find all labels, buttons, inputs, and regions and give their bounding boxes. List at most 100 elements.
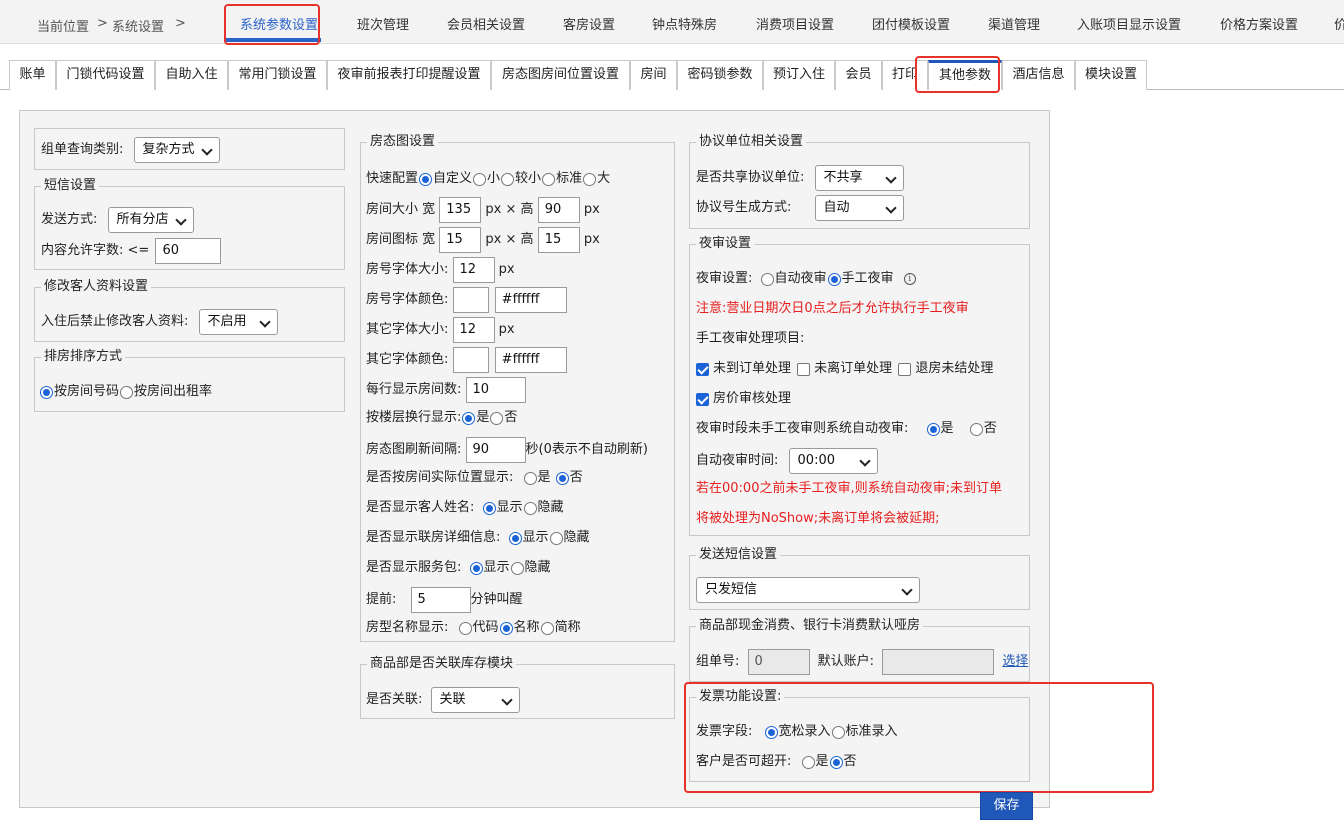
guest-name-show: 显示 [496,500,523,515]
breadcrumb-separator: > [97,16,108,31]
room-sort-radio-occupancy[interactable] [120,385,134,399]
choose-link[interactable]: 选择 [1002,651,1028,673]
px-unit: px [498,322,515,337]
quick-opt-custom: 自定义 [433,171,473,186]
breadcrumb-label: 当前位置 [37,20,90,35]
service-pkg-radio-show[interactable] [469,561,483,575]
tab-price-plan[interactable]: 价格方案设置 [1220,14,1298,33]
auto-audit-yes: 是 [940,421,954,436]
px-unit: px [485,232,502,247]
subtab-reservation-checkin[interactable]: 预订入住 [763,60,835,90]
room-sort-opt-occupancy: 按房间出租率 [134,384,213,399]
actual-pos-radio-no[interactable] [555,471,569,485]
tab-system-params[interactable]: 系统参数设置 [240,14,318,33]
other-color-input[interactable]: #ffffff [494,347,567,373]
tab-group-pay-template[interactable]: 团付模板设置 [872,14,950,33]
guest-name-radio-hide[interactable] [523,501,537,515]
sms-send-select[interactable]: 所有分店 [107,207,194,233]
sms-send-mode-select[interactable]: 只发短信 [696,577,920,603]
order-query-select[interactable]: 复杂方式 [133,137,220,163]
tab-posting-item-display[interactable]: 入账项目显示设置 [1077,14,1181,33]
inventory-select[interactable]: 关联 [430,687,520,713]
agreement-share-select[interactable]: 不共享 [814,165,904,191]
subtab-member[interactable]: 会员 [835,60,882,90]
other-color-swatch[interactable] [452,347,489,373]
invoice-radio-standard[interactable] [831,725,845,739]
over-issue-radio-no[interactable] [829,755,843,769]
room-no-color-swatch[interactable] [452,287,489,313]
checkbox-checkout-unsettled[interactable] [898,362,912,376]
icon-height-input[interactable]: 15 [537,227,580,253]
checkbox-no-show[interactable] [696,362,709,376]
actual-pos-radio-yes[interactable] [523,471,537,485]
room-width-input[interactable]: 135 [439,197,482,223]
quick-radio-small[interactable] [473,172,487,186]
guest-name-radio-show[interactable] [482,501,496,515]
service-pkg-radio-hide[interactable] [510,561,524,575]
info-icon[interactable]: i [903,273,916,285]
room-sort-radio-number[interactable] [40,385,53,399]
over-issue-yes: 是 [815,754,829,769]
floor-wrap-radio-yes[interactable] [462,411,476,425]
subtab-password-lock[interactable]: 密码锁参数 [677,60,763,90]
room-type-radio-short[interactable] [540,621,554,635]
actual-pos-label: 是否按房间实际位置显示: [366,470,514,485]
linked-detail-show: 显示 [522,530,549,545]
auto-audit-radio-yes[interactable] [926,422,940,436]
invoice-radio-loose[interactable] [764,725,778,739]
quick-radio-large[interactable] [583,172,597,186]
linked-detail-radio-hide[interactable] [549,531,563,545]
top-navigation: 当前位置 > 系统设置 > 系统参数设置 班次管理 会员相关设置 客房设置 钟点… [0,0,1344,44]
subtab-night-audit-print[interactable]: 夜审前报表打印提醒设置 [327,60,491,90]
checkbox-not-departed[interactable] [797,362,811,376]
subtab-bill[interactable]: 账单 [9,60,56,90]
over-issue-radio-yes[interactable] [801,755,815,769]
icon-width-input[interactable]: 15 [439,227,482,253]
subtab-self-checkin[interactable]: 自助入住 [155,60,228,90]
linked-detail-radio-show[interactable] [508,531,522,545]
auto-audit-radio-no[interactable] [969,422,983,436]
invoice-standard: 标准录入 [845,724,898,739]
room-no-font-size-input[interactable]: 12 [452,257,495,283]
refresh-input[interactable]: 90 [465,437,526,463]
tab-channel-management[interactable]: 渠道管理 [988,14,1040,33]
checkbox-rate-audit[interactable] [696,392,709,406]
tab-consumption-items[interactable]: 消费项目设置 [756,14,834,33]
floor-wrap-radio-no[interactable] [490,411,504,425]
room-type-radio-name[interactable] [499,621,513,635]
subtab-lock-code[interactable]: 门锁代码设置 [56,60,155,90]
save-button[interactable]: 保存 [980,792,1033,820]
guest-edit-select[interactable]: 不启用 [198,309,278,335]
subtab-room-map-position[interactable]: 房态图房间位置设置 [491,60,630,90]
subtab-module-settings[interactable]: 模块设置 [1075,60,1147,90]
tab-member-settings[interactable]: 会员相关设置 [447,14,525,33]
subtab-other-params[interactable]: 其他参数 [928,60,1002,90]
agreement-gen-select[interactable]: 自动 [814,195,904,221]
other-font-size-input[interactable]: 12 [452,317,495,343]
breadcrumb-section[interactable]: 系统设置 [112,16,164,35]
subtab-room[interactable]: 房间 [630,60,677,90]
audit-radio-manual[interactable] [827,272,841,286]
group-no-label: 组单号: [696,654,740,669]
room-sort-legend: 排房排序方式 [41,349,126,365]
tab-room-settings[interactable]: 客房设置 [563,14,615,33]
subtab-hotel-info[interactable]: 酒店信息 [1002,60,1075,90]
quick-radio-smaller[interactable] [501,172,515,186]
tab-shift-management[interactable]: 班次管理 [357,14,409,33]
room-type-radio-code[interactable] [458,621,472,635]
sms-chars-input[interactable]: 60 [155,238,222,264]
audit-radio-auto[interactable] [760,272,774,286]
auto-time-label: 自动夜审时间: [696,453,779,468]
per-row-input[interactable]: 10 [465,377,526,403]
quick-radio-custom[interactable] [419,172,433,186]
auto-time-select[interactable]: 00:00 [788,448,878,474]
advance-input[interactable]: 5 [410,587,471,613]
room-no-color-input[interactable]: #ffffff [494,287,567,313]
subtab-print[interactable]: 打印 [882,60,928,90]
quick-radio-standard[interactable] [542,172,556,186]
room-height-input[interactable]: 90 [537,197,580,223]
room-type-short: 简称 [554,620,581,635]
tab-overflow[interactable]: 价 [1334,14,1344,33]
subtab-common-lock[interactable]: 常用门锁设置 [228,60,327,90]
tab-hourly-rooms[interactable]: 钟点特殊房 [652,14,717,33]
